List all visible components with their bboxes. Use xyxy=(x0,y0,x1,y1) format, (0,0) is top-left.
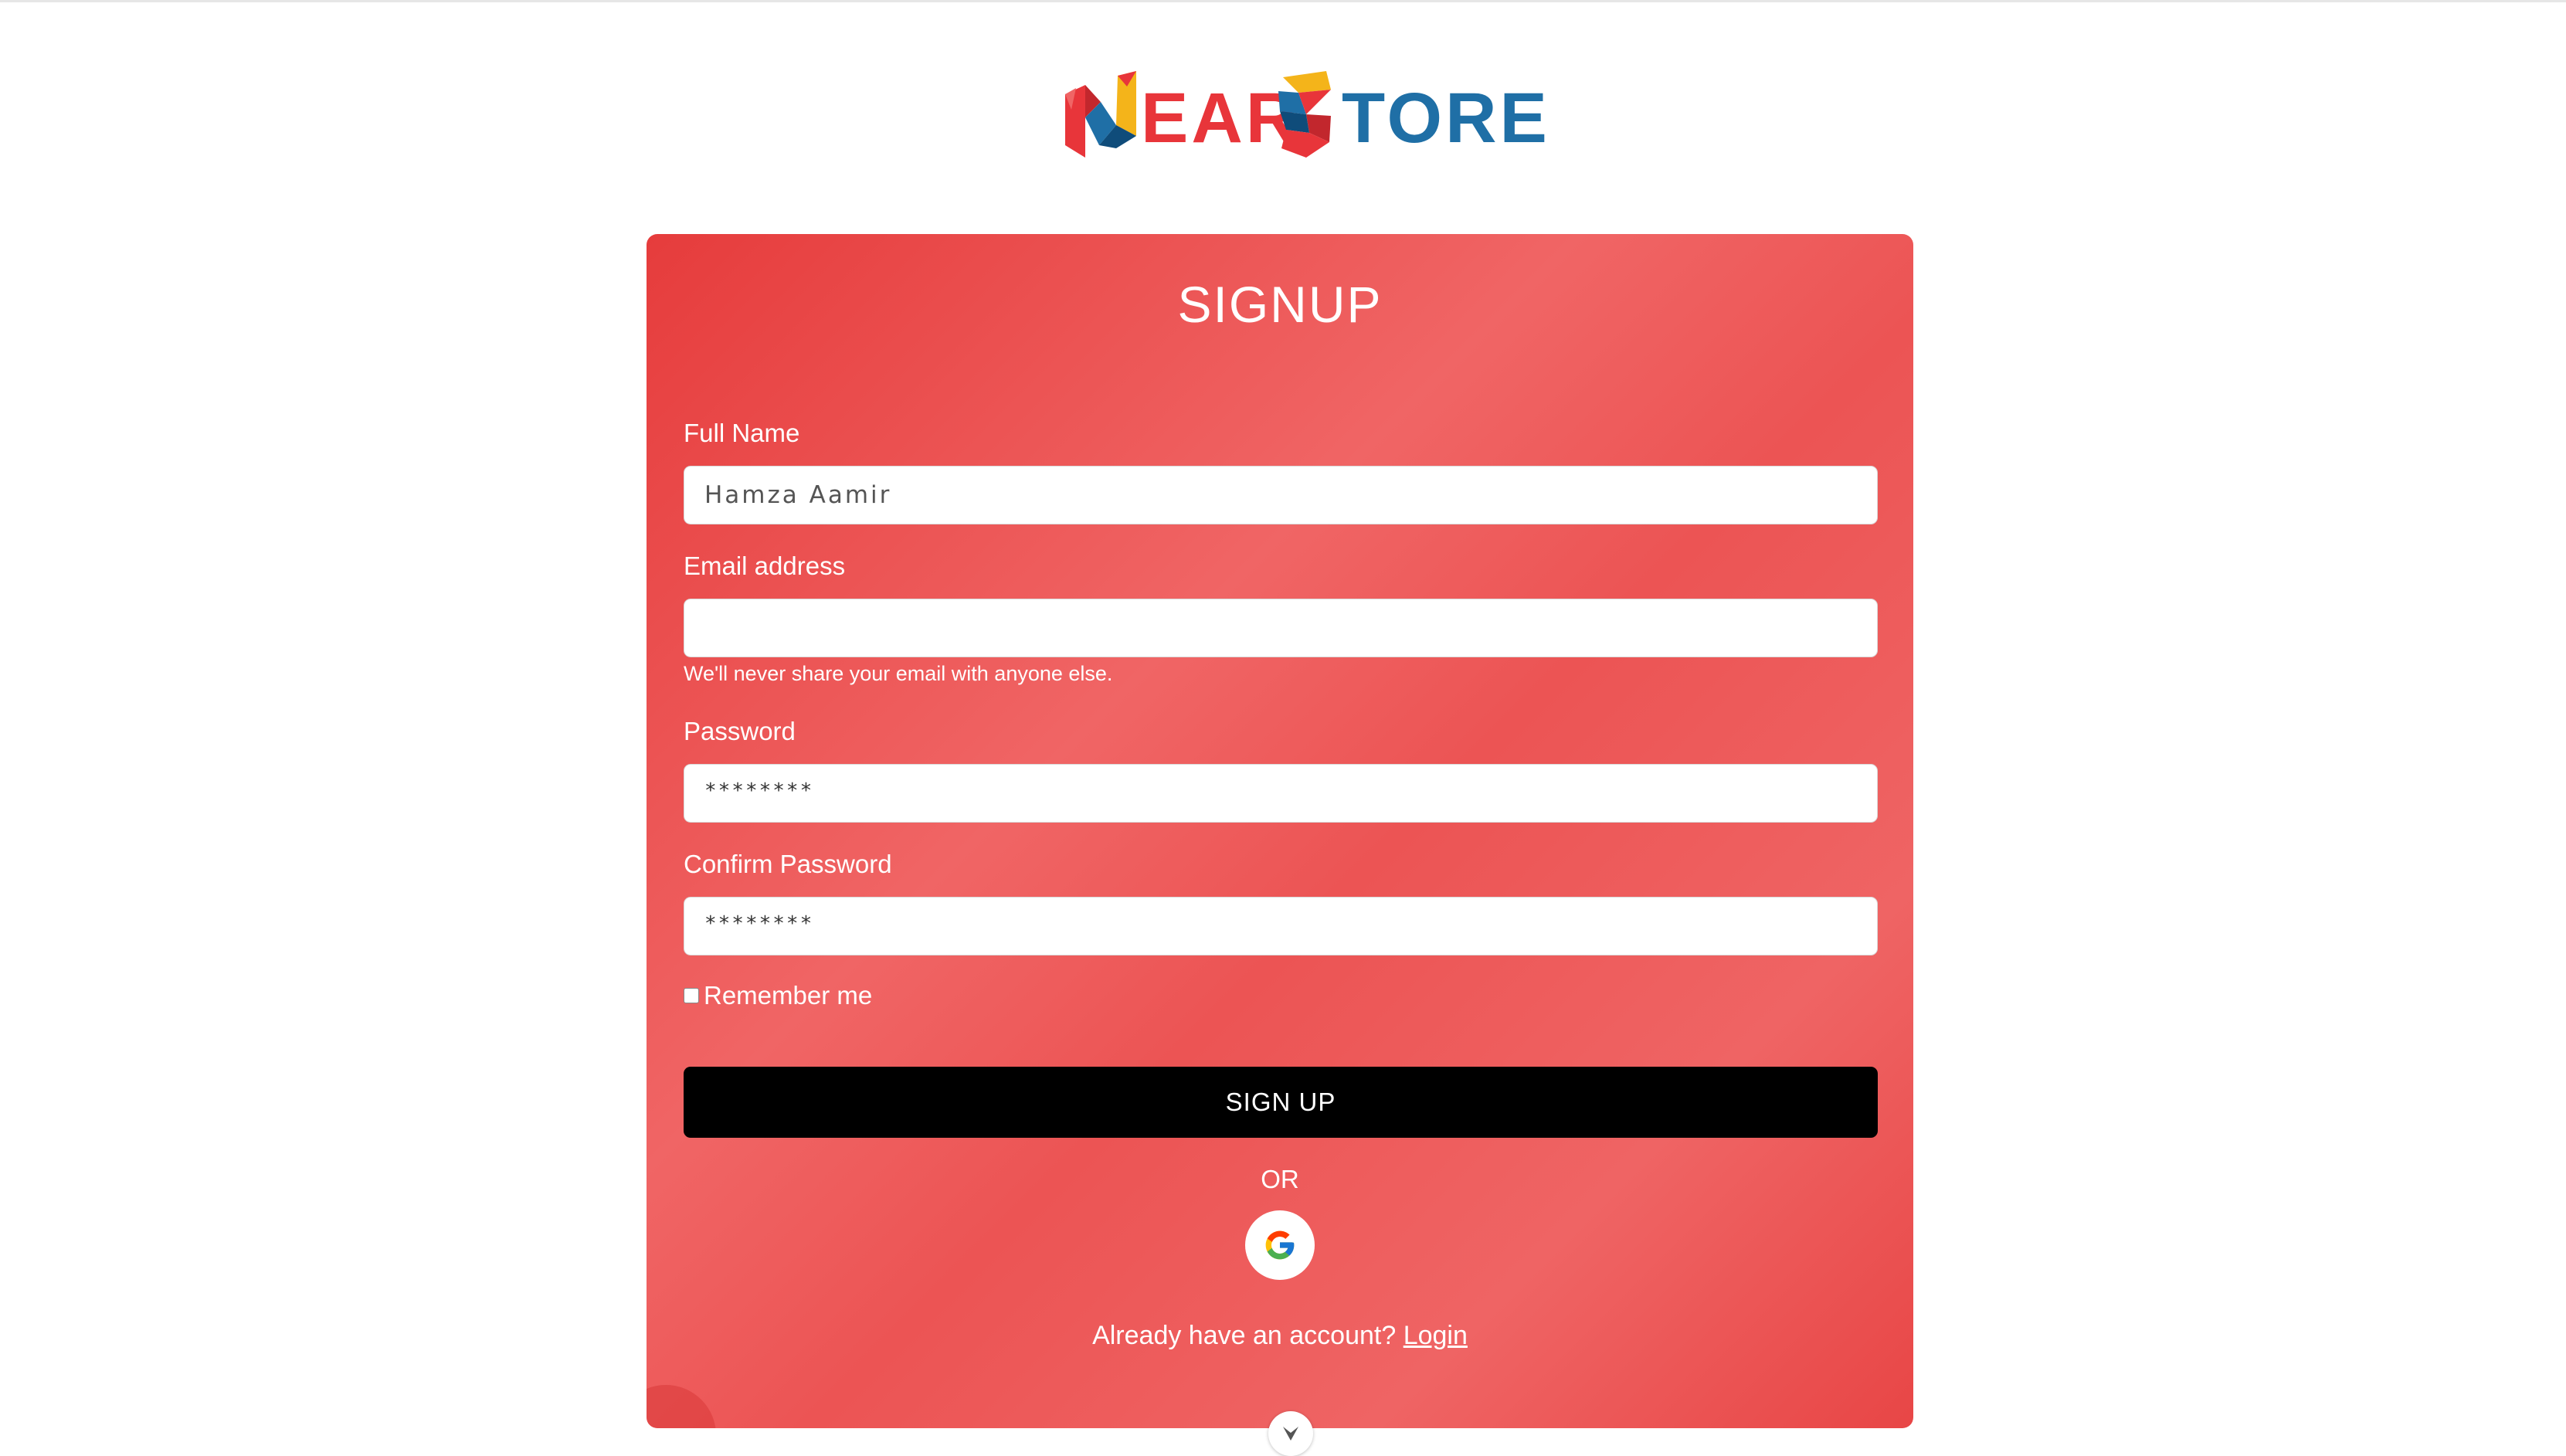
signup-card: SIGNUP Full Name Hamza Aamir Email addre… xyxy=(647,234,1913,1428)
remember-me-label[interactable]: Remember me xyxy=(704,980,872,1011)
or-divider: OR xyxy=(1261,1165,1299,1193)
full-name-label: Full Name xyxy=(684,419,800,447)
logo-n-mark-icon xyxy=(1065,71,1136,158)
scroll-down-button[interactable] xyxy=(1268,1411,1313,1456)
decorative-blob xyxy=(647,1385,716,1428)
sign-up-button[interactable]: SIGN UP xyxy=(684,1067,1878,1138)
full-name-input[interactable]: Hamza Aamir xyxy=(684,466,1878,524)
top-border xyxy=(0,0,2566,2)
remember-me-checkbox[interactable] xyxy=(684,988,699,1003)
chevron-down-icon xyxy=(1283,1427,1298,1441)
google-icon xyxy=(1265,1230,1295,1260)
password-input[interactable]: ******** xyxy=(684,764,1878,823)
password-label: Password xyxy=(684,717,796,745)
email-input[interactable] xyxy=(684,599,1878,657)
signup-title: SIGNUP xyxy=(1177,276,1383,333)
account-prompt-text: Already have an account? xyxy=(1092,1321,1397,1350)
logo-s-mark-icon xyxy=(1278,71,1331,158)
email-hint: We'll never share your email with anyone… xyxy=(684,662,1113,685)
logo-word-tore: TORE xyxy=(1342,79,1550,158)
confirm-password-input[interactable]: ******** xyxy=(684,897,1878,955)
google-signin-button[interactable] xyxy=(1245,1210,1315,1280)
email-label: Email address xyxy=(684,552,846,580)
nearstore-logo[interactable]: EAR TORE xyxy=(1062,71,1547,164)
login-link[interactable]: Login xyxy=(1403,1321,1468,1350)
login-prompt: Already have an account? Login xyxy=(647,1319,1913,1352)
confirm-password-label: Confirm Password xyxy=(684,850,892,878)
